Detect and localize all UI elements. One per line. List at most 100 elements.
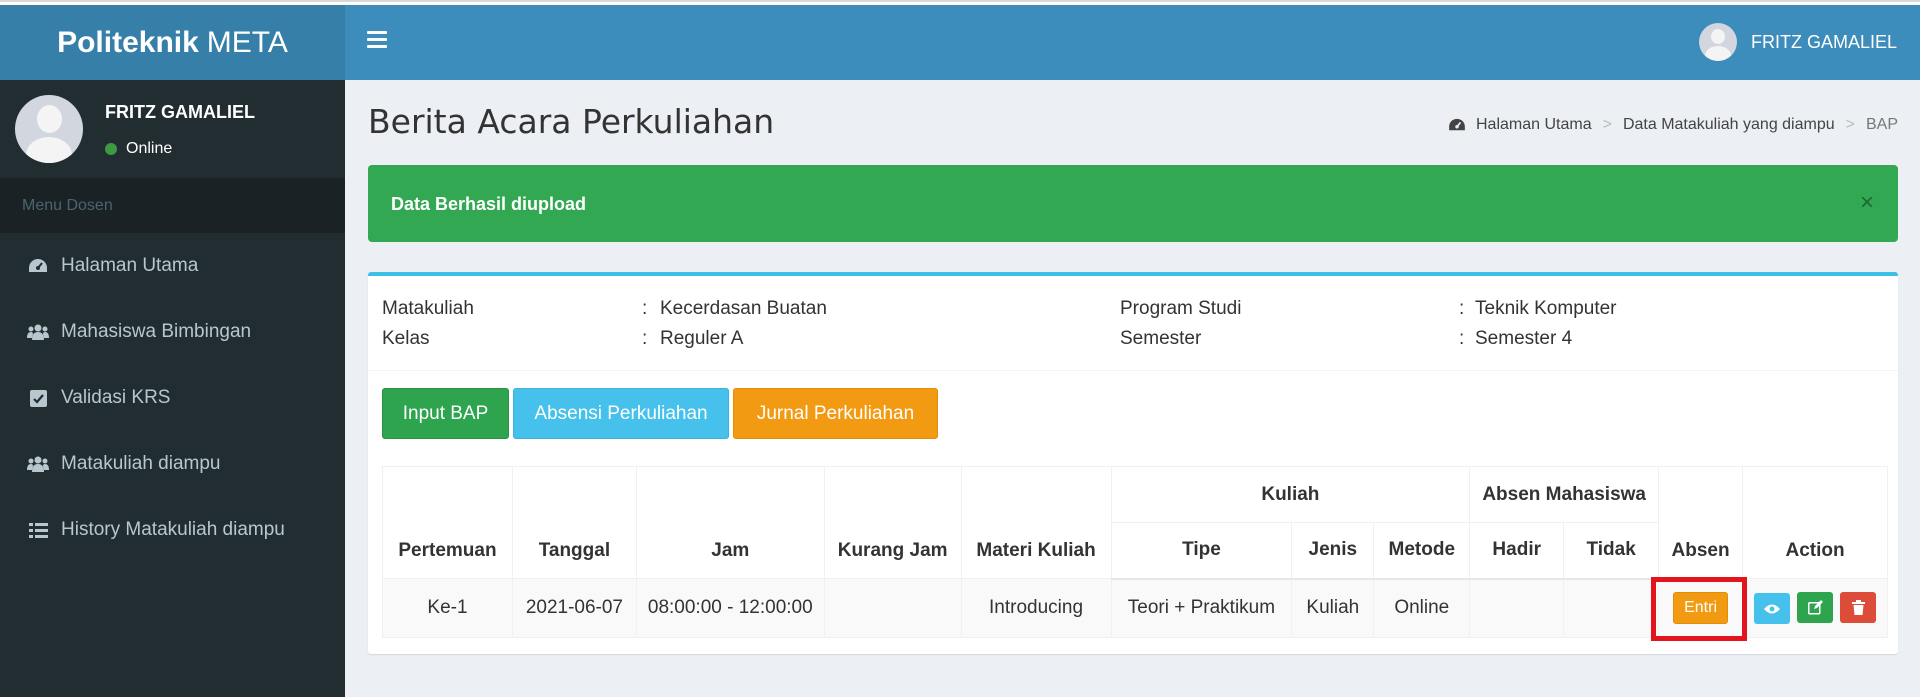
page-title: Berita Acara Perkuliahan [368, 102, 775, 141]
brand-logo[interactable]: Politeknik META [0, 5, 345, 80]
info-values-left: Kecerdasan Buatan Reguler A [660, 294, 827, 354]
prodi-value: Teknik Komputer [1475, 298, 1617, 319]
users-icon [27, 324, 49, 340]
status-label: Online [126, 140, 173, 157]
header-jenis: Jenis [1291, 522, 1375, 580]
delete-button[interactable] [1840, 591, 1877, 623]
sidebar-item-history-matakuliah[interactable]: History Matakuliah diampu [0, 497, 345, 563]
info-values-right: Teknik Komputer Semester 4 [1475, 294, 1617, 354]
brand-light: META [206, 25, 288, 59]
info-labels-right: Program Studi Semester [1120, 294, 1241, 354]
cell-materi: Introducing [960, 578, 1112, 638]
kelas-label: Kelas [382, 328, 430, 349]
colon: : [642, 298, 648, 319]
dashboard-icon [1448, 118, 1466, 132]
sidebar-item-matakuliah-diampu[interactable]: Matakuliah diampu [0, 431, 345, 497]
avatar [1698, 23, 1737, 61]
header-action: Action [1742, 466, 1888, 579]
online-status-icon [105, 143, 117, 155]
header-absen-mahasiswa: Absen Mahasiswa [1469, 466, 1660, 523]
input-bap-button[interactable]: Input BAP [382, 388, 509, 439]
user-panel: FRITZ GAMALIEL Online [0, 80, 345, 178]
divider [368, 370, 1898, 371]
breadcrumb-home-link[interactable]: Halaman Utama [1476, 116, 1592, 134]
alert-message: Data Berhasil diupload [391, 194, 587, 214]
brand-bold: Politeknik [57, 25, 199, 59]
sidebar-item-label: Validasi KRS [61, 387, 171, 408]
close-icon[interactable]: × [1860, 189, 1874, 217]
jurnal-perkuliahan-button[interactable]: Jurnal Perkuliahan [733, 388, 938, 439]
cell-kurang-jam [823, 578, 962, 638]
kelas-value: Reguler A [660, 328, 744, 349]
cell-jenis: Kuliah [1291, 578, 1375, 638]
dashboard-icon [27, 258, 49, 274]
breadcrumb-separator: > [1845, 116, 1855, 133]
header-jam: Jam [635, 466, 825, 579]
sidebar-user-name: FRITZ GAMALIEL [105, 102, 255, 122]
edit-button[interactable] [1797, 591, 1834, 623]
header-kurang-jam: Kurang Jam [823, 466, 962, 579]
user-status: Online [105, 140, 172, 158]
matakuliah-value: Kecerdasan Buatan [660, 298, 827, 319]
sidebar-item-label: Mahasiswa Bimbingan [61, 321, 252, 342]
semester-label: Semester [1120, 328, 1202, 349]
entri-button[interactable]: Entri [1673, 592, 1729, 624]
matakuliah-label: Matakuliah [382, 298, 474, 319]
breadcrumb: Halaman Utama > Data Matakuliah yang dia… [1448, 116, 1898, 134]
header-pertemuan: Pertemuan [382, 466, 513, 579]
cell-pertemuan: Ke-1 [382, 578, 513, 638]
main-content: Berita Acara Perkuliahan Halaman Utama >… [345, 80, 1920, 697]
breadcrumb-current: BAP [1865, 116, 1898, 133]
cell-jam: 08:00:00 - 12:00:00 [635, 578, 825, 638]
menu-header: Menu Dosen [0, 178, 345, 233]
header-tanggal: Tanggal [511, 466, 637, 579]
edit-icon [1807, 599, 1823, 615]
info-colons-right: : : [1459, 294, 1464, 354]
header-absen: Absen [1658, 466, 1744, 579]
sidebar-item-halaman-utama[interactable]: Halaman Utama [0, 233, 345, 299]
breadcrumb-separator: > [1602, 116, 1612, 133]
header-kuliah: Kuliah [1110, 466, 1471, 523]
avatar [15, 95, 83, 163]
hamburger-menu-icon[interactable] [367, 31, 387, 49]
sidebar-item-validasi-krs[interactable]: Validasi KRS [0, 365, 345, 431]
cell-metode: Online [1373, 578, 1471, 638]
sidebar-item-label: Matakuliah diampu [61, 453, 221, 474]
colon: : [1459, 328, 1465, 349]
list-icon [27, 522, 49, 538]
sidebar: FRITZ GAMALIEL Online Menu Dosen Halaman… [0, 80, 345, 697]
top-navbar: FRITZ GAMALIEL [345, 5, 1920, 80]
info-labels-left: Matakuliah Kelas [382, 294, 474, 354]
navbar-user-menu[interactable]: FRITZ GAMALIEL [1698, 23, 1897, 61]
success-alert: Data Berhasil diupload × [368, 165, 1898, 242]
header-tipe: Tipe [1110, 522, 1293, 580]
header-materi: Materi Kuliah [960, 466, 1112, 579]
cell-tipe: Teori + Praktikum [1110, 578, 1293, 638]
sidebar-item-mahasiswa-bimbingan[interactable]: Mahasiswa Bimbingan [0, 299, 345, 365]
trash-icon [1851, 599, 1865, 615]
info-colons-left: : : [642, 294, 647, 354]
breadcrumb-matakuliah-link[interactable]: Data Matakuliah yang diampu [1623, 116, 1835, 134]
colon: : [1459, 298, 1465, 319]
cell-action [1742, 578, 1888, 638]
sidebar-item-label: Halaman Utama [61, 255, 199, 276]
sidebar-item-label: History Matakuliah diampu [61, 519, 285, 540]
cell-tanggal: 2021-06-07 [511, 578, 637, 638]
cell-tidak [1563, 578, 1660, 638]
check-square-icon [27, 389, 49, 407]
prodi-label: Program Studi [1120, 298, 1242, 319]
eye-icon [1763, 604, 1780, 614]
header-hadir: Hadir [1469, 522, 1565, 580]
colon: : [642, 328, 648, 349]
header-tidak: Tidak [1563, 522, 1660, 580]
header-metode: Metode [1373, 522, 1471, 580]
cell-absen: Entri [1658, 578, 1744, 638]
cell-hadir [1469, 578, 1565, 638]
semester-value: Semester 4 [1475, 328, 1573, 349]
bap-table: Pertemuan Tanggal Jam Kurang Jam Materi … [382, 466, 1888, 638]
absensi-perkuliahan-button[interactable]: Absensi Perkuliahan [513, 388, 729, 439]
bap-box: Matakuliah Kelas : : Kecerdasan Buatan R… [368, 272, 1898, 654]
table-row: Ke-1 2021-06-07 08:00:00 - 12:00:00 Intr… [382, 578, 1888, 638]
view-button[interactable] [1753, 593, 1790, 625]
navbar-user-name: FRITZ GAMALIEL [1750, 31, 1897, 52]
